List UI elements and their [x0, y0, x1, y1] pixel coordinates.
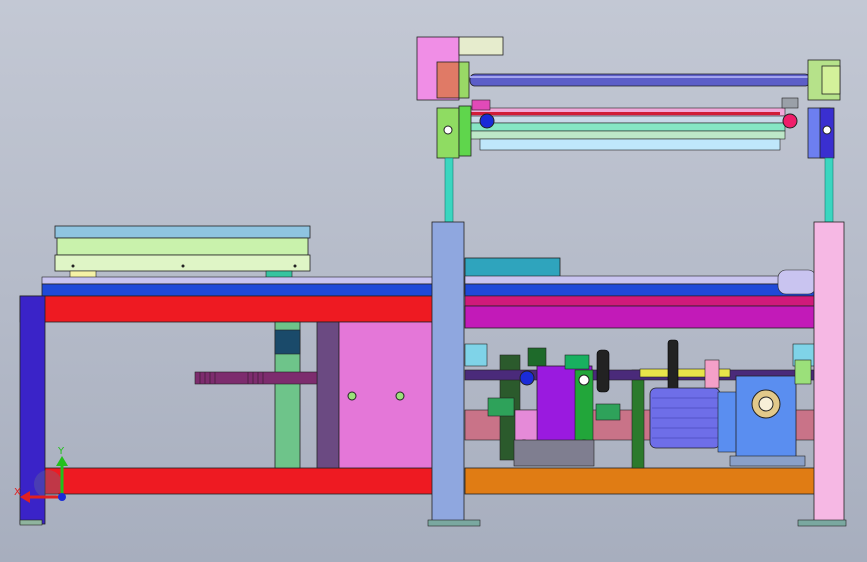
- right-gantry-rod: [824, 157, 834, 223]
- sprocket-left: [596, 349, 610, 393]
- lower-orange-beam: [464, 467, 816, 495]
- right-post: [813, 221, 845, 525]
- gantry-motor-cap: [458, 36, 504, 56]
- lower-red-beam: [41, 467, 463, 495]
- machine-drawing: Y X: [14, 36, 847, 527]
- purple-column: [316, 321, 340, 469]
- gantry-left-plate: [436, 61, 460, 99]
- left-blue-knob: [479, 113, 495, 129]
- blue-rail: [41, 283, 463, 297]
- drive-assembly: [464, 339, 816, 469]
- center-post: [431, 221, 465, 525]
- bed-lower-plate: [54, 254, 311, 272]
- z-axis-dot: [58, 493, 66, 501]
- threaded-rod: [194, 371, 318, 385]
- cad-viewport[interactable]: Y X: [0, 0, 867, 562]
- gantry-rail-3: [479, 138, 781, 151]
- upper-red-beam: [19, 295, 463, 323]
- gantry-rail-2: [464, 122, 786, 132]
- gantry-top-shaft: [469, 73, 811, 87]
- bed-top-cover: [54, 225, 311, 239]
- blue-hub: [519, 370, 535, 386]
- magenta-beam: [464, 305, 816, 329]
- y-axis-label: Y: [57, 446, 65, 457]
- left-conveyor-bed: [54, 225, 311, 280]
- left-gantry-rod: [444, 157, 454, 223]
- right-red-knob: [782, 113, 798, 129]
- x-axis-label: X: [14, 487, 21, 498]
- sprocket-right: [667, 339, 679, 396]
- gantry-left-bracket: [458, 61, 470, 99]
- upper-gantry: [416, 36, 841, 223]
- bed-middle-plate: [56, 237, 309, 256]
- inner-left-structure: [194, 321, 433, 469]
